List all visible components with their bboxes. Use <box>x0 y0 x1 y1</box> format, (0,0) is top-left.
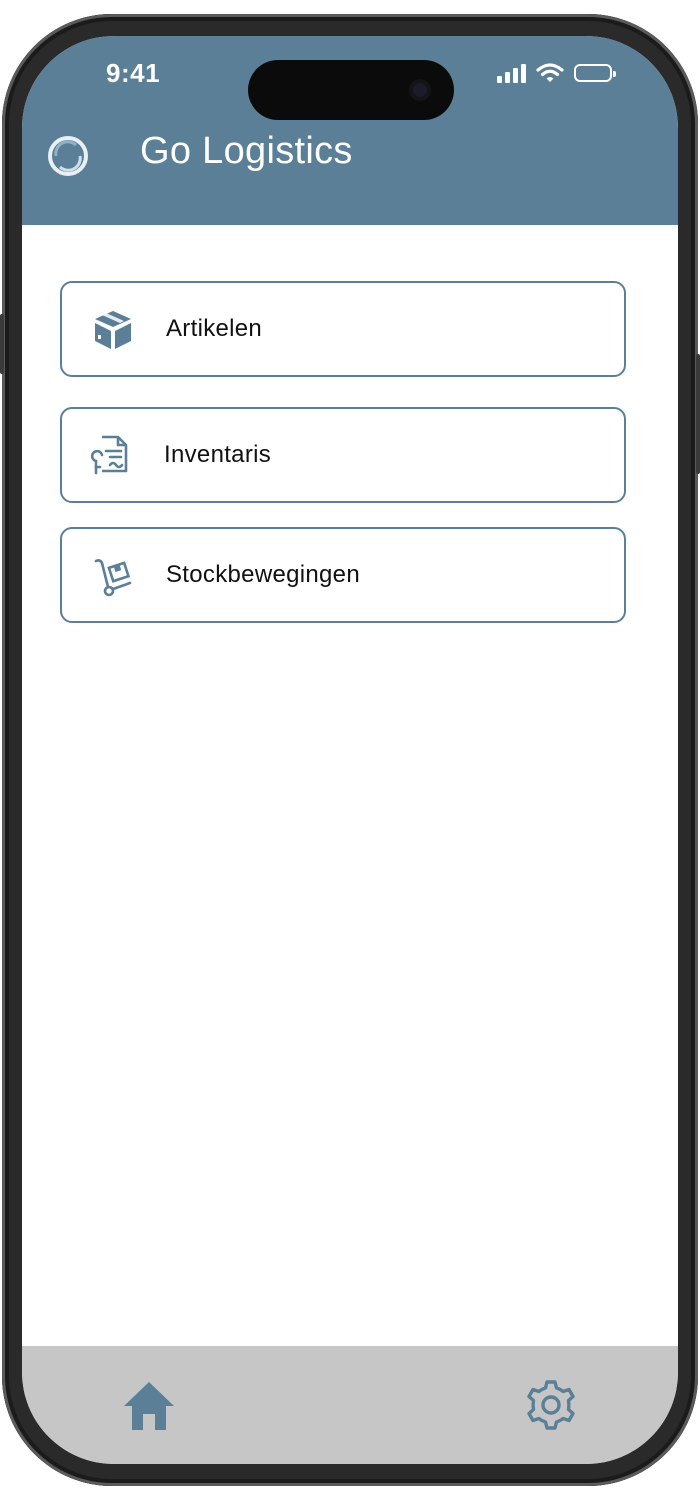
gear-icon[interactable] <box>522 1376 580 1434</box>
menu-item-label: Artikelen <box>166 315 263 342</box>
app-screen: 9:41 Go Logistics Artikelen Inventaris S… <box>22 36 678 1464</box>
bottom-tab-bar <box>22 1346 678 1464</box>
package-box-icon <box>95 311 131 349</box>
menu-item-label: Inventaris <box>164 441 272 468</box>
power-button <box>696 354 700 474</box>
inventory-document-icon <box>90 435 128 475</box>
app-header: 9:41 Go Logistics <box>22 36 678 225</box>
volume-up-button <box>0 314 4 374</box>
cellular-signal-icon <box>497 63 526 83</box>
hand-truck-icon <box>94 559 132 597</box>
wifi-icon <box>536 63 564 82</box>
dynamic-island <box>248 60 454 120</box>
go-logistics-logo-icon <box>48 136 88 176</box>
status-icons <box>497 62 616 84</box>
home-icon[interactable] <box>120 1376 178 1434</box>
menu-item-inventaris[interactable]: Inventaris <box>60 407 626 503</box>
menu-item-label: Stockbewegingen <box>166 561 360 588</box>
front-camera-icon <box>409 79 431 101</box>
battery-icon <box>574 64 616 82</box>
menu-item-stockbewegingen[interactable]: Stockbewegingen <box>60 527 626 623</box>
status-time: 9:41 <box>106 58 161 88</box>
app-title: Go Logistics <box>140 130 353 172</box>
menu-item-artikelen[interactable]: Artikelen <box>60 281 626 377</box>
